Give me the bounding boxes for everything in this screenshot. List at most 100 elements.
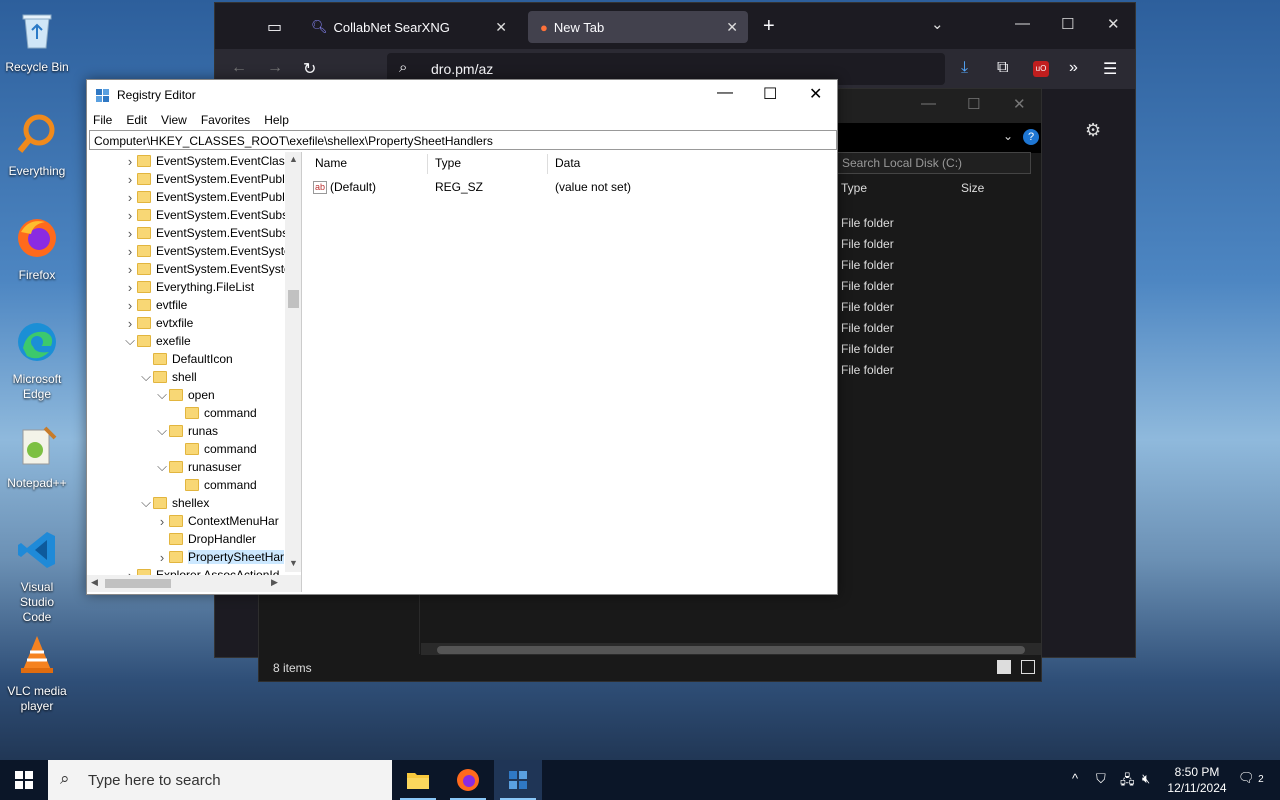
desktop-icon-everything[interactable]: Everything [4,112,70,179]
tree-item[interactable]: › Everything.FileList [123,278,254,296]
taskbar-regedit[interactable] [494,760,542,800]
tree-item[interactable]: DefaultIcon [139,350,233,368]
close-tab-icon[interactable]: ✕ [726,19,738,36]
tree-item[interactable]: ⌵ open [155,386,215,404]
list-item[interactable]: File folder [841,279,894,293]
tab-new-tab[interactable]: ● New Tab ✕ [528,11,748,43]
explorer-search-input[interactable]: Search Local Disk (C:) [835,152,1031,174]
chevron-right-icon[interactable]: › [155,514,169,529]
chevron-down-icon[interactable]: ⌄ [1003,129,1013,143]
address-bar[interactable]: Computer\HKEY_CLASSES_ROOT\exefile\shell… [89,130,837,150]
taskbar-file-explorer[interactable] [394,760,442,800]
ublock-icon[interactable]: uO [1033,61,1049,77]
list-item[interactable]: File folder [841,258,894,272]
tiles-view-icon[interactable] [1021,660,1035,674]
tree-item[interactable]: › EventSystem.EventPubl [123,170,285,188]
chevron-right-icon[interactable]: › [123,244,137,259]
extensions-icon[interactable]: ⧉ [997,59,1008,77]
close-window-button[interactable]: ✕ [1013,95,1026,113]
chevron-down-icon[interactable]: ⌵ [155,459,169,475]
forward-button[interactable]: → [267,59,283,77]
tree-item[interactable]: command [171,404,257,422]
minimize-button[interactable]: — [1015,15,1030,32]
chevron-right-icon[interactable]: › [123,190,137,205]
downloads-icon[interactable]: ⤓ [961,59,968,77]
tree-item[interactable]: › ContextMenuHar [155,512,279,530]
list-item[interactable]: File folder [841,363,894,377]
network-icon[interactable]: 🖧︎ [1120,771,1135,793]
chevron-right-icon[interactable]: › [123,172,137,187]
tree-item[interactable]: command [171,440,257,458]
menu-edit[interactable]: Edit [120,110,155,130]
settings-gear-icon[interactable]: ⚙ [1085,120,1101,141]
tree-item[interactable]: ⌵ runas [155,422,218,440]
menu-file[interactable]: File [87,110,120,130]
details-view-icon[interactable] [997,660,1011,674]
tree-item[interactable]: ⌵ shell [139,368,197,386]
value-row[interactable]: ab (Default) [313,180,376,194]
volume-icon[interactable]: 🔇︎ [1142,771,1150,787]
tray-overflow-icon[interactable]: ^ [1072,771,1078,786]
tree-item[interactable]: › evtfile [123,296,188,314]
column-header-data[interactable]: Data [555,156,580,170]
list-item[interactable]: File folder [841,321,894,335]
chevron-down-icon[interactable]: ⌵ [139,369,153,385]
minimize-button[interactable]: — [921,95,936,112]
tree-item[interactable]: ⌵ runasuser [155,458,241,476]
chevron-right-icon[interactable]: › [123,226,137,241]
chevron-right-icon[interactable]: › [123,154,137,169]
tree-item[interactable]: › EventSystem.EventPubl [123,188,285,206]
column-header-type[interactable]: Type [841,181,867,195]
chevron-down-icon[interactable]: ⌵ [123,333,137,349]
start-button[interactable] [0,760,48,800]
tab-searxng[interactable]: 🔍︎ CollabNet SearXNG ✕ [299,11,517,43]
desktop-icon-recycle-bin[interactable]: Recycle Bin [4,8,70,75]
column-header-type[interactable]: Type [435,156,461,170]
tree-item[interactable]: ⌵ shellex [139,494,209,512]
scroll-thumb[interactable] [288,290,299,308]
desktop-icon-notepadpp[interactable]: Notepad++ [4,424,70,491]
scroll-down-icon[interactable]: ▼ [285,558,301,568]
list-item[interactable]: File folder [841,342,894,356]
tree-item[interactable]: › evtxfile [123,314,194,332]
scroll-up-icon[interactable]: ▲ [285,154,301,164]
tab-list-icon[interactable]: ▭ [267,17,282,37]
scroll-thumb[interactable] [105,579,171,588]
tree-item[interactable]: › EventSystem.EventSubs [123,206,288,224]
column-header-size[interactable]: Size [961,181,984,195]
vertical-scrollbar[interactable]: ▲ ▼ [285,152,301,572]
chevron-down-icon[interactable]: ⌵ [139,495,153,511]
menu-favorites[interactable]: Favorites [195,110,258,130]
tree-item[interactable]: › EventSystem.EventClass [123,152,291,170]
desktop-icon-vlc[interactable]: VLC media player [4,632,70,714]
taskbar-firefox[interactable] [444,760,492,800]
chevron-right-icon[interactable]: › [155,550,169,565]
chevron-right-icon[interactable]: › [123,262,137,277]
close-window-button[interactable]: ✕ [1107,15,1120,33]
chevron-right-icon[interactable]: › [123,208,137,223]
chevron-down-icon[interactable]: ⌄ [931,15,944,33]
chevron-right-icon[interactable]: › [123,298,137,313]
maximize-button[interactable]: ☐ [1061,15,1074,33]
scroll-left-icon[interactable]: ◀ [91,577,98,588]
reload-button[interactable]: ↻ [303,59,316,79]
list-item[interactable]: File folder [841,237,894,251]
security-icon[interactable]: ⛉ [1096,771,1106,787]
maximize-button[interactable]: ☐ [967,95,980,113]
new-tab-button[interactable]: + [763,15,775,38]
tree-item[interactable]: command [171,476,257,494]
horizontal-scrollbar[interactable]: ◀ ▶ [87,575,301,592]
chevron-down-icon[interactable]: ⌵ [155,423,169,439]
tree-item[interactable]: › PropertySheetHar [155,548,285,566]
column-header-name[interactable]: Name [315,156,347,170]
close-tab-icon[interactable]: ✕ [495,19,507,36]
desktop-icon-edge[interactable]: Microsoft Edge [4,320,70,402]
tree-item[interactable]: › EventSystem.EventSyste [123,260,291,278]
desktop-icon-vscode[interactable]: Visual Studio Code [4,528,70,625]
tree-item[interactable]: › EventSystem.EventSubs [123,224,288,242]
list-item[interactable]: File folder [841,216,894,230]
tree-item[interactable]: ⌵ exefile [123,332,191,350]
scroll-right-icon[interactable]: ▶ [271,577,278,588]
hamburger-menu-icon[interactable]: ☰ [1103,59,1117,79]
notification-center-button[interactable]: 🗨︎ 2 [1238,770,1264,786]
